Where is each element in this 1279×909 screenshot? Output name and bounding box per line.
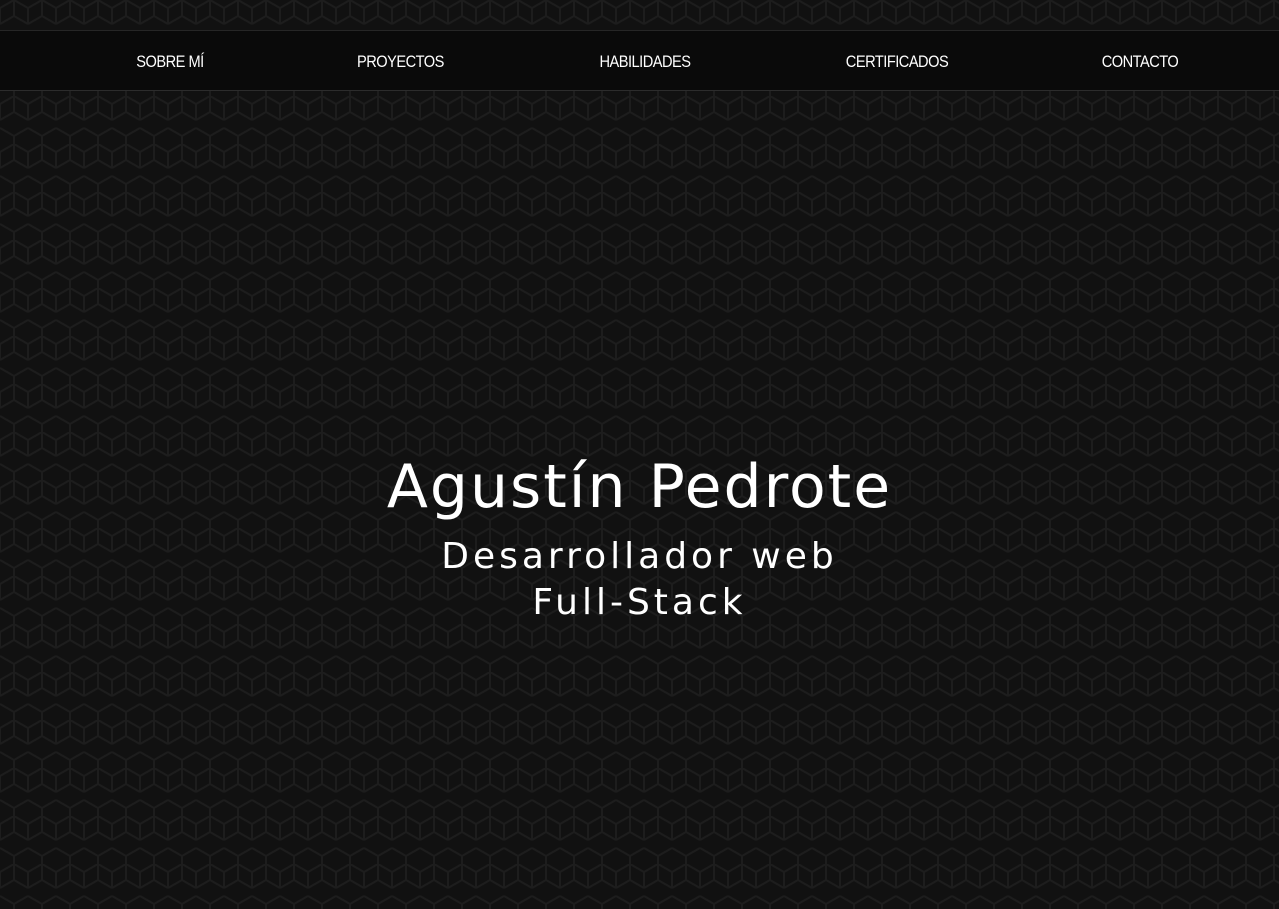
main-navbar: SOBRE MÍ PROYECTOS HABILIDADES CERTIFICA…	[0, 30, 1279, 91]
hero-role-line-1: Desarrollador web	[441, 536, 838, 577]
nav-link-sobre-mi[interactable]: SOBRE MÍ	[136, 31, 205, 92]
nav-link-certificados[interactable]: CERTIFICADOS	[845, 31, 950, 92]
hero-name: Agustín Pedrote	[386, 452, 893, 522]
hero-section: Agustín Pedrote Desarrollador web Full-S…	[0, 440, 1279, 626]
nav-link-contacto[interactable]: CONTACTO	[1099, 31, 1182, 92]
nav-link-proyectos[interactable]: PROYECTOS	[357, 31, 444, 92]
nav-link-habilidades[interactable]: HABILIDADES	[596, 31, 694, 92]
hero-role-line-2: Full-Stack	[532, 582, 747, 623]
